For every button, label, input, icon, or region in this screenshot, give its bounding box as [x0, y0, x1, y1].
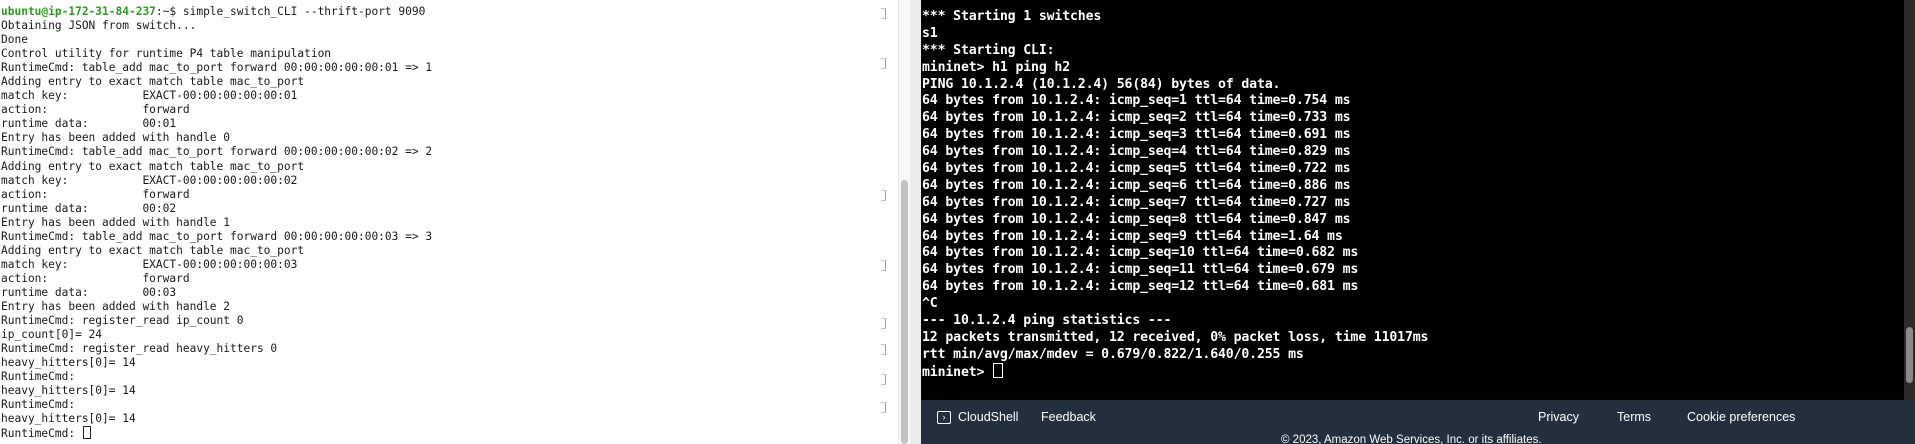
terminal-line: 64 bytes from 10.1.2.4: icmp_seq=8 ttl=6…	[922, 211, 1351, 227]
line-mark	[881, 318, 886, 329]
cloudshell-label: CloudShell	[958, 410, 1019, 424]
terminal-line: *** Starting 1 switches	[922, 9, 1102, 24]
terminal-line: 64 bytes from 10.1.2.4: icmp_seq=2 ttl=6…	[922, 110, 1351, 126]
runtime-prompt: RuntimeCmd:	[1, 427, 82, 441]
copyright-text: © 2023, Amazon Web Services, Inc. or its…	[1281, 434, 1542, 444]
terminal-line: s1	[922, 25, 938, 41]
terminal-line: RuntimeCmd:	[1, 370, 76, 384]
terminal-line: ^C	[922, 296, 938, 312]
terminal-line: rtt min/avg/max/mdev = 0.679/0.822/1.640…	[922, 346, 1304, 362]
terminal-line: action: forward	[1, 103, 190, 117]
terminal-line: 64 bytes from 10.1.2.4: icmp_seq=3 ttl=6…	[922, 127, 1351, 143]
terminal-line: 12 packets transmitted, 12 received, 0% …	[922, 329, 1429, 345]
terminal-line: RuntimeCmd: table_add mac_to_port forwar…	[1, 229, 433, 243]
terminal-line: Obtaining JSON from switch...	[1, 19, 197, 33]
terminal-line: action: forward	[1, 187, 190, 201]
terminal-line: 64 bytes from 10.1.2.4: icmp_seq=1 ttl=6…	[922, 93, 1351, 109]
terminal-line: heavy_hitters[0]= 14	[1, 356, 136, 370]
terminal-line: Control utility for runtime P4 table man…	[1, 47, 332, 61]
line-mark	[881, 260, 886, 271]
terminal-line: Adding entry to exact match table mac_to…	[1, 159, 305, 173]
line-mark	[881, 190, 886, 201]
terminal-line: match key: EXACT-00:00:00:00:00:01	[1, 89, 298, 103]
terms-link[interactable]: Terms	[1617, 409, 1651, 425]
terminal-line: runtime data: 00:02	[1, 201, 177, 215]
terminal-line: RuntimeCmd: register_read ip_count 0	[1, 314, 244, 328]
left-terminal-input-line[interactable]: RuntimeCmd:	[1, 426, 432, 440]
terminal-line: 64 bytes from 10.1.2.4: icmp_seq=11 ttl=…	[922, 262, 1359, 278]
terminal-line: 64 bytes from 10.1.2.4: icmp_seq=9 ttl=6…	[922, 228, 1343, 244]
terminal-line: Entry has been added with handle 1	[1, 215, 231, 229]
terminal-line: 64 bytes from 10.1.2.4: icmp_seq=5 ttl=6…	[922, 161, 1351, 177]
left-terminal[interactable]: ubuntu@ip-172-31-84-237:~$ simple_switch…	[0, 0, 898, 444]
terminal-line: 64 bytes from 10.1.2.4: icmp_seq=10 ttl=…	[922, 245, 1359, 261]
terminal-line: Entry has been added with handle 0	[1, 131, 231, 145]
left-scrollbar-thumb[interactable]	[901, 180, 908, 444]
left-scrollbar[interactable]	[898, 0, 910, 444]
terminal-line: 64 bytes from 10.1.2.4: icmp_seq=6 ttl=6…	[922, 177, 1351, 193]
feedback-link[interactable]: Feedback	[1041, 409, 1096, 425]
cloudshell-terminal[interactable]: *** Starting 1 switches s1 *** Starting …	[921, 0, 1915, 400]
terminal-line: *** Starting CLI:	[922, 42, 1055, 58]
terminal-line: RuntimeCmd: table_add mac_to_port forwar…	[1, 145, 433, 159]
mininet-prompt: mininet>	[922, 364, 993, 380]
terminal-line: 64 bytes from 10.1.2.4: icmp_seq=7 ttl=6…	[922, 194, 1351, 210]
left-terminal-prompt-line: ubuntu@ip-172-31-84-237:~$ simple_switch…	[1, 5, 432, 19]
line-mark	[881, 58, 886, 69]
cloudshell-terminal-output: *** Starting 1 switches s1 *** Starting …	[921, 8, 1428, 380]
line-mark	[881, 374, 886, 385]
terminal-line: PING 10.1.2.4 (10.1.2.4) 56(84) bytes of…	[922, 76, 1281, 92]
terminal-line: --- 10.1.2.4 ping statistics ---	[922, 313, 1172, 329]
terminal-line: Entry has been added with handle 2	[1, 299, 231, 313]
terminal-line: mininet> h1 ping h2	[922, 59, 1071, 75]
terminal-line: heavy_hitters[0]= 14	[1, 384, 136, 398]
terminal-line: Done	[1, 33, 28, 47]
terminal-line: RuntimeCmd:	[1, 398, 76, 412]
terminal-line: match key: EXACT-00:00:00:00:00:02	[1, 173, 298, 187]
privacy-link[interactable]: Privacy	[1538, 409, 1579, 425]
terminal-line: Adding entry to exact match table mac_to…	[1, 75, 305, 89]
prompt-command: :~$ simple_switch_CLI --thrift-port 9090	[155, 5, 426, 18]
terminal-line: 64 bytes from 10.1.2.4: icmp_seq=12 ttl=…	[922, 279, 1359, 295]
pane-divider[interactable]	[910, 0, 921, 444]
text-cursor	[82, 426, 91, 440]
terminal-line: action: forward	[1, 271, 190, 285]
line-marks	[878, 0, 886, 444]
terminal-line: runtime data: 00:03	[1, 285, 177, 299]
terminal-line: RuntimeCmd: register_read heavy_hitters …	[1, 342, 278, 356]
terminal-line: 64 bytes from 10.1.2.4: icmp_seq=4 ttl=6…	[922, 144, 1351, 160]
terminal-line: runtime data: 00:01	[1, 117, 177, 131]
terminal-line: match key: EXACT-00:00:00:00:00:03	[1, 257, 298, 271]
cookie-preferences-link[interactable]: Cookie preferences	[1687, 409, 1795, 425]
line-mark	[881, 8, 886, 19]
left-terminal-output: ubuntu@ip-172-31-84-237:~$ simple_switch…	[1, 5, 432, 440]
cloudshell-button[interactable]: › CloudShell	[937, 409, 1018, 425]
terminal-line: ip_count[0]= 24	[1, 328, 103, 342]
terminal-line: Adding entry to exact match table mac_to…	[1, 243, 305, 257]
console-footer: › CloudShell Feedback Privacy Terms Cook…	[921, 400, 1915, 444]
terminal-line: heavy_hitters[0]= 14	[1, 412, 136, 426]
terminal-line: RuntimeCmd: table_add mac_to_port forwar…	[1, 61, 433, 75]
line-mark	[881, 402, 886, 413]
right-scrollbar-thumb[interactable]	[1906, 327, 1913, 383]
right-scrollbar[interactable]	[1904, 0, 1915, 400]
terminal-icon: ›	[937, 410, 951, 424]
cloudshell-input-line[interactable]: mininet>	[922, 362, 1428, 380]
line-mark	[881, 344, 886, 355]
text-cursor	[993, 362, 1004, 378]
prompt-user: ubuntu@ip-172-31-84-237	[1, 5, 156, 18]
